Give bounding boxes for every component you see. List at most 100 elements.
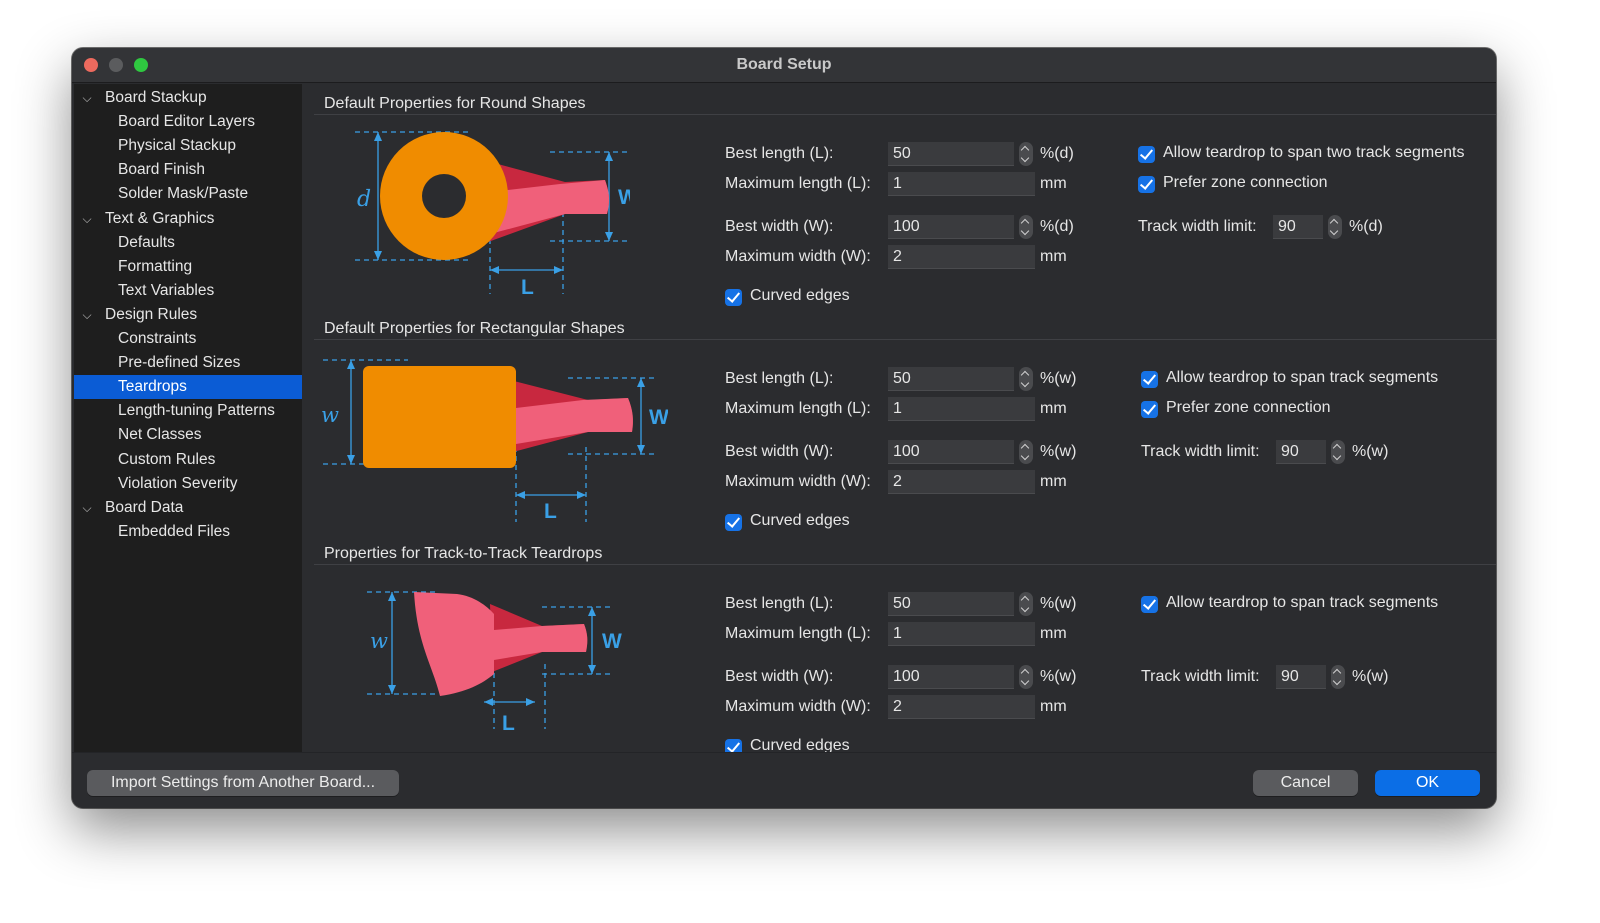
max-width-unit: mm [1040, 473, 1067, 490]
tree-item-label: Net Classes [118, 426, 202, 444]
tree-item-label: Defaults [118, 233, 175, 251]
tree-item-custom-rules[interactable]: Custom Rules [74, 448, 302, 472]
tree-item-label: Physical Stackup [118, 137, 237, 155]
best-length-stepper[interactable] [1019, 142, 1033, 166]
max-width-input[interactable]: 2 [888, 695, 1035, 719]
tree-item-formatting[interactable]: Formatting [74, 255, 302, 279]
best-width-stepper[interactable] [1019, 440, 1033, 464]
section-divider [314, 114, 1496, 115]
span-segments-checkbox[interactable] [1138, 146, 1155, 163]
round-shape-teardrop-diagram: d W L [355, 131, 630, 299]
span-segments-checkbox[interactable] [1141, 371, 1158, 388]
title-bar: Board Setup [72, 48, 1496, 83]
tree-item-net-classes[interactable]: Net Classes [74, 423, 302, 447]
max-length-label: Maximum length (L): [725, 400, 871, 417]
max-length-label: Maximum length (L): [725, 175, 871, 192]
track-width-limit-input[interactable]: 90 [1276, 440, 1326, 464]
curved-edges-label: Curved edges [750, 287, 850, 304]
tree-item-text-variables[interactable]: Text Variables [74, 279, 302, 303]
chevron-down-icon[interactable]: ⌵ [80, 303, 94, 327]
max-length-input[interactable]: 1 [888, 397, 1035, 421]
best-length-unit: %(d) [1040, 145, 1074, 162]
best-length-label: Best length (L): [725, 370, 834, 387]
tree-item-embedded-files[interactable]: Embedded Files [74, 520, 302, 544]
best-length-input[interactable]: 50 [888, 367, 1014, 391]
max-width-label: Maximum width (W): [725, 473, 871, 490]
track-width-limit-label: Track width limit: [1138, 218, 1257, 235]
tree-item-defaults[interactable]: Defaults [74, 231, 302, 255]
tree-item-design-rules[interactable]: ⌵ Design Rules [74, 303, 302, 327]
settings-tree: ⌵ Board Stackup Board Editor Layers Physica… [74, 84, 302, 752]
tree-item-label: Board Data [105, 498, 184, 516]
track-width-limit-stepper[interactable] [1331, 440, 1345, 464]
best-width-label: Best width (W): [725, 218, 834, 235]
tree-item-label: Violation Severity [118, 474, 238, 492]
tree-item-violation-severity[interactable]: Violation Severity [74, 472, 302, 496]
max-width-input[interactable]: 2 [888, 245, 1035, 269]
tree-item-label: Solder Mask/Paste [118, 185, 249, 203]
chevron-down-icon[interactable]: ⌵ [80, 86, 94, 110]
import-settings-button[interactable]: Import Settings from Another Board... [87, 770, 399, 796]
span-segments-checkbox[interactable] [1141, 596, 1158, 613]
chevron-down-icon[interactable]: ⌵ [80, 207, 94, 231]
best-width-stepper[interactable] [1019, 665, 1033, 689]
tree-item-teardrops[interactable]: Teardrops [74, 375, 302, 400]
track-width-limit-unit: %(w) [1352, 443, 1389, 460]
best-width-unit: %(d) [1040, 218, 1074, 235]
best-width-label: Best width (W): [725, 668, 834, 685]
max-length-unit: mm [1040, 625, 1067, 642]
tree-item-label: Board Finish [118, 161, 206, 179]
best-width-unit: %(w) [1040, 668, 1077, 685]
best-length-input[interactable]: 50 [888, 592, 1014, 616]
curved-edges-checkbox[interactable] [725, 289, 742, 306]
best-width-input[interactable]: 100 [888, 215, 1014, 239]
tree-item-length-tuning-patterns[interactable]: Length-tuning Patterns [74, 399, 302, 423]
tree-item-pre-defined-sizes[interactable]: Pre-defined Sizes [74, 351, 302, 375]
tree-item-board-editor-layers[interactable]: Board Editor Layers [74, 110, 302, 134]
tree-item-board-stackup[interactable]: ⌵ Board Stackup [74, 86, 302, 110]
curved-edges-checkbox[interactable] [725, 514, 742, 531]
cancel-button[interactable]: Cancel [1253, 770, 1358, 796]
best-length-stepper[interactable] [1019, 367, 1033, 391]
dim-label-right: W [602, 630, 622, 653]
best-width-input[interactable]: 100 [888, 665, 1014, 689]
span-segments-label: Allow teardrop to span track segments [1166, 594, 1439, 611]
chevron-down-icon[interactable]: ⌵ [80, 496, 94, 520]
best-length-stepper[interactable] [1019, 592, 1033, 616]
prefer-zone-checkbox[interactable] [1138, 176, 1155, 193]
dim-label-left: w [370, 629, 388, 653]
tree-item-board-data[interactable]: ⌵ Board Data [74, 496, 302, 520]
max-width-unit: mm [1040, 248, 1067, 265]
max-length-input[interactable]: 1 [888, 172, 1035, 196]
rect-shape-teardrop-diagram: w W L [321, 359, 668, 522]
span-segments-label: Allow teardrop to span two track segment… [1163, 144, 1465, 161]
best-width-unit: %(w) [1040, 443, 1077, 460]
track-width-limit-input[interactable]: 90 [1276, 665, 1326, 689]
track-width-limit-input[interactable]: 90 [1273, 215, 1323, 239]
tree-item-physical-stackup[interactable]: Physical Stackup [74, 134, 302, 158]
ok-button[interactable]: OK [1375, 770, 1480, 796]
tree-item-label: Text Variables [118, 281, 215, 299]
track-width-limit-stepper[interactable] [1331, 665, 1345, 689]
best-width-input[interactable]: 100 [888, 440, 1014, 464]
dim-label-bottom: L [521, 276, 534, 299]
tree-item-label: Pre-defined Sizes [118, 354, 241, 372]
tree-item-board-finish[interactable]: Board Finish [74, 158, 302, 182]
best-length-input[interactable]: 50 [888, 142, 1014, 166]
tree-item-label: Design Rules [105, 305, 198, 323]
tree-item-label: Custom Rules [118, 450, 216, 468]
prefer-zone-checkbox[interactable] [1141, 401, 1158, 418]
tree-item-text-graphics[interactable]: ⌵ Text & Graphics [74, 207, 302, 231]
best-width-stepper[interactable] [1019, 215, 1033, 239]
max-width-unit: mm [1040, 698, 1067, 715]
dim-label-left: d [357, 187, 371, 212]
track-width-limit-stepper[interactable] [1328, 215, 1342, 239]
max-length-unit: mm [1040, 175, 1067, 192]
track-width-limit-label: Track width limit: [1141, 443, 1260, 460]
tree-item-solder-mask-paste[interactable]: Solder Mask/Paste [74, 182, 302, 206]
max-width-input[interactable]: 2 [888, 470, 1035, 494]
curved-edges-label: Curved edges [750, 512, 850, 529]
tree-item-label: Constraints [118, 330, 197, 347]
max-length-input[interactable]: 1 [888, 622, 1035, 646]
tree-item-constraints[interactable]: Constraints [74, 327, 302, 351]
